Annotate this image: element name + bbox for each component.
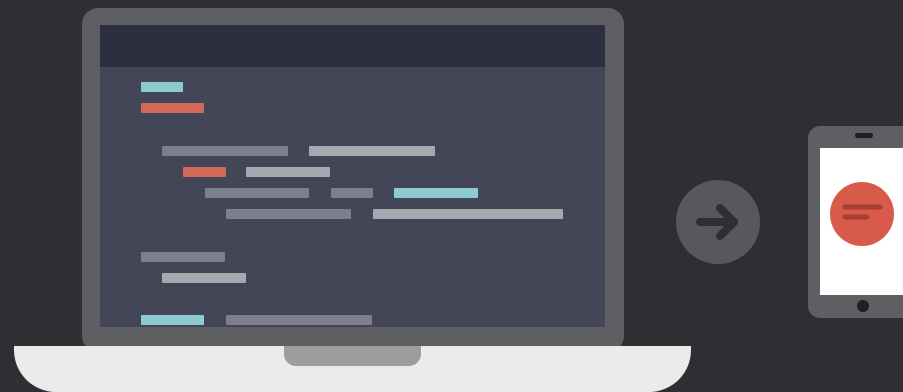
illustration-scene	[0, 0, 903, 392]
code-line	[141, 82, 183, 92]
code-line	[205, 188, 309, 198]
code-line	[183, 167, 226, 177]
code-line	[226, 315, 372, 325]
code-line	[309, 146, 435, 156]
screen-header-bar	[100, 25, 605, 67]
app-icon	[830, 182, 894, 246]
phone-speaker	[855, 133, 873, 138]
lines-icon	[842, 204, 883, 220]
laptop-notch	[284, 346, 421, 366]
code-line	[141, 252, 225, 262]
code-line	[141, 315, 204, 325]
arrow-circle	[676, 180, 760, 264]
arrow-right-icon	[696, 204, 738, 240]
code-line	[331, 188, 373, 198]
code-line	[226, 209, 351, 219]
code-line	[246, 167, 330, 177]
code-line	[373, 209, 563, 219]
code-line	[394, 188, 478, 198]
laptop-screen	[100, 25, 605, 327]
phone-home-button	[857, 300, 869, 312]
code-line	[141, 103, 204, 113]
code-line	[162, 273, 246, 283]
code-line	[162, 146, 288, 156]
